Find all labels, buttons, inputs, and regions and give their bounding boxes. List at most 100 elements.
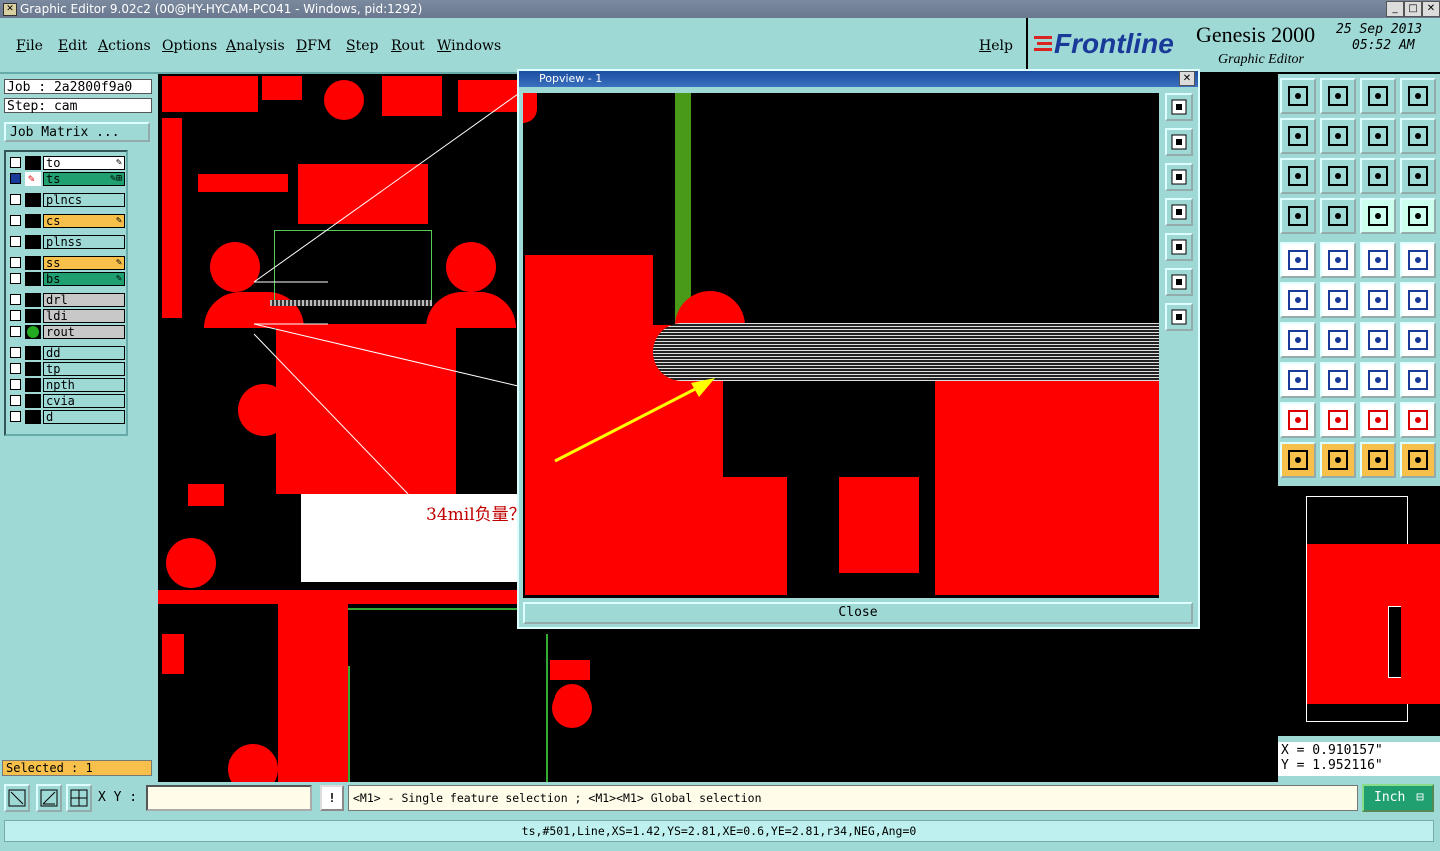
select-feature-icon[interactable] [1280, 242, 1316, 278]
layer-row-drl[interactable]: drl [8, 293, 126, 307]
layer-checkbox[interactable] [10, 379, 21, 390]
layer-name[interactable]: d [43, 410, 125, 424]
layer-name[interactable]: dd [43, 346, 125, 360]
arc-icon[interactable] [1360, 322, 1396, 358]
pointer-box-icon[interactable] [1320, 442, 1356, 478]
cluster-icon[interactable] [1400, 362, 1436, 398]
layer-checkbox[interactable] [10, 194, 21, 205]
menu-rout[interactable]: Rout [391, 38, 425, 54]
zoom-down-icon[interactable] [1320, 78, 1356, 114]
layer-name[interactable]: cvia [43, 394, 125, 408]
pan-left-icon[interactable] [1165, 198, 1193, 226]
triangle-b-icon[interactable] [1320, 402, 1356, 438]
layer-checkbox[interactable] [10, 273, 21, 284]
menu-dfm[interactable]: DFM [296, 38, 331, 54]
undo-icon[interactable] [1360, 118, 1396, 154]
layer-row-dd[interactable]: dd [8, 346, 126, 360]
layer-checkbox[interactable] [10, 411, 21, 422]
snap-icon[interactable] [1360, 198, 1396, 234]
help-icon[interactable] [1400, 158, 1436, 194]
layer-checkbox[interactable] [10, 310, 21, 321]
ruler-icon[interactable] [1360, 242, 1396, 278]
layer-name[interactable]: plnss [43, 235, 125, 249]
menu-file[interactable]: File [16, 38, 43, 54]
layer-row-cs[interactable]: cs ✎ [8, 214, 126, 228]
close-window-button[interactable]: ✕ [1422, 1, 1440, 17]
layer-row-tp[interactable]: tp [8, 362, 126, 376]
text-icon[interactable] [1400, 322, 1436, 358]
grid-toggle-icon[interactable] [66, 784, 92, 812]
line-icon[interactable] [1280, 322, 1316, 358]
pointer-alt-icon[interactable] [1360, 442, 1396, 478]
minimize-button[interactable]: _ [1386, 1, 1404, 17]
layer-checkbox[interactable] [10, 215, 21, 226]
layer-name[interactable]: tp [43, 362, 125, 376]
xy-input[interactable] [146, 785, 312, 811]
layer-name[interactable]: cs ✎ [43, 214, 125, 228]
layer-checkbox[interactable] [10, 395, 21, 406]
grid-icon[interactable] [1320, 198, 1356, 234]
measure-angle-icon[interactable] [36, 784, 62, 812]
menu-help[interactable]: Help [979, 38, 1013, 54]
menu-windows[interactable]: Windows [437, 38, 501, 54]
pan-down-icon[interactable] [1165, 163, 1193, 191]
layer-row-plncs[interactable]: plncs [8, 193, 126, 207]
edit-shape-icon[interactable] [1320, 242, 1356, 278]
pan-right-icon[interactable] [1320, 118, 1356, 154]
menu-options[interactable]: Options [162, 38, 217, 54]
zoom-out-icon[interactable] [1320, 158, 1356, 194]
layer-name[interactable]: rout [43, 325, 125, 339]
layer-checkbox[interactable] [10, 236, 21, 247]
menu-actions[interactable]: Actions [98, 38, 151, 54]
layer-name[interactable]: ldi [43, 309, 125, 323]
maximize-button[interactable]: □ [1404, 1, 1422, 17]
pad-icon[interactable] [1400, 242, 1436, 278]
layer-row-d[interactable]: d [8, 410, 126, 424]
layer-row-ss[interactable]: ss ✎ [8, 256, 126, 270]
unit-selector[interactable]: Inch ⊟ [1362, 784, 1434, 812]
menu-analysis[interactable]: Analysis [226, 38, 285, 54]
menu-step[interactable]: Step [346, 38, 378, 54]
layer-name[interactable]: drl [43, 293, 125, 307]
zoom-home-icon[interactable] [1165, 303, 1193, 331]
redo-icon[interactable] [1400, 118, 1436, 154]
layer-checkbox[interactable] [10, 347, 21, 358]
pad-add-icon[interactable] [1280, 362, 1316, 398]
layer-row-ts[interactable]: ✎ ts ✎⊞ [8, 172, 126, 186]
triangle-c-icon[interactable] [1360, 402, 1396, 438]
draw-line-icon[interactable] [1320, 322, 1356, 358]
trace-icon[interactable] [1320, 362, 1356, 398]
tools-icon[interactable] [1280, 198, 1316, 234]
zoom-in-icon[interactable] [1280, 158, 1316, 194]
pan-right-icon[interactable] [1165, 233, 1193, 261]
layer-row-ldi[interactable]: ldi [8, 309, 126, 323]
split-window-icon[interactable] [1400, 78, 1436, 114]
layer-row-plnss[interactable]: plnss [8, 235, 126, 249]
job-matrix-button[interactable]: Job Matrix ... [4, 122, 150, 142]
route-icon[interactable] [1400, 442, 1436, 478]
layer-name[interactable]: plncs [43, 193, 125, 207]
zoom-extents-icon[interactable] [4, 784, 30, 812]
pan-up-icon[interactable] [1165, 128, 1193, 156]
layer-row-bs[interactable]: bs ✎ [8, 272, 126, 286]
scale-1-2-icon[interactable] [1360, 158, 1396, 194]
pan-left-icon[interactable] [1280, 118, 1316, 154]
alert-button[interactable]: ! [320, 785, 344, 811]
zoom-fit-icon[interactable] [1165, 268, 1193, 296]
layer-row-rout[interactable]: rout [8, 325, 126, 339]
triangle-a-icon[interactable] [1280, 402, 1316, 438]
connect-alt-icon[interactable] [1400, 282, 1436, 318]
layer-checkbox[interactable] [10, 173, 21, 184]
layer-row-cvia[interactable]: cvia [8, 394, 126, 408]
net-icon[interactable] [1280, 282, 1316, 318]
menu-edit[interactable]: Edit [58, 38, 87, 54]
popview-close-icon[interactable]: ✕ [1179, 71, 1195, 86]
overview-map[interactable] [1278, 486, 1440, 736]
home-icon[interactable] [1360, 78, 1396, 114]
popview-canvas[interactable] [523, 93, 1159, 598]
popview-close-button[interactable]: Close [523, 602, 1193, 624]
layer-checkbox[interactable] [10, 363, 21, 374]
measure-icon[interactable] [1360, 362, 1396, 398]
zoom-up-icon[interactable] [1280, 78, 1316, 114]
layer-name[interactable]: ts ✎⊞ [43, 172, 125, 186]
